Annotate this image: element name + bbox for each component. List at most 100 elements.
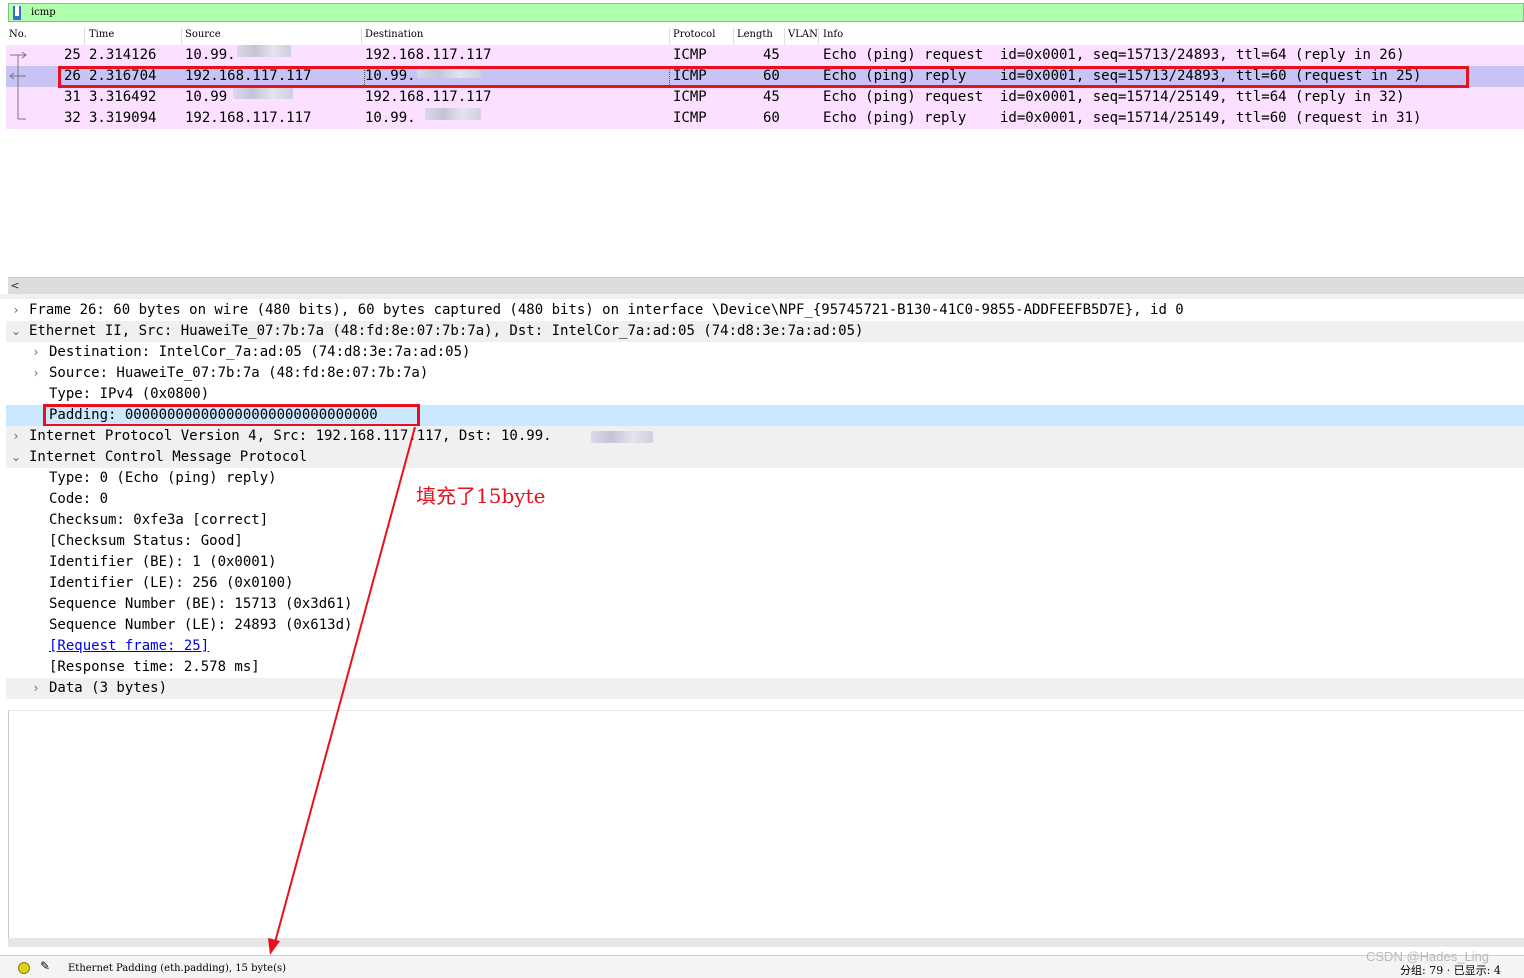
highlight-box-padding [43, 404, 420, 427]
packet-length: 45 [763, 89, 780, 105]
column-header-destination[interactable]: Destination [365, 29, 423, 40]
conversation-end-icon [17, 108, 26, 120]
column-header-protocol[interactable]: Protocol [673, 29, 715, 40]
pane-splitter[interactable] [0, 294, 1524, 299]
expert-info-led-icon[interactable] [18, 962, 30, 974]
detail-eth-type[interactable]: Type: IPv4 (0x0800) [6, 384, 1524, 405]
detail-eth-source-text: Source: HuaweiTe_07:7b:7a (48:fd:8e:07:7… [49, 365, 429, 381]
detail-ip-text: Internet Protocol Version 4, Src: 192.16… [29, 428, 552, 444]
detail-icmp-checksum[interactable]: Checksum: 0xfe3a [correct] [6, 510, 1524, 531]
display-filter-bar[interactable]: icmp [8, 3, 1524, 22]
packet-list-scrollbar[interactable]: < [8, 277, 1524, 294]
detail-frame[interactable]: › Frame 26: 60 bytes on wire (480 bits),… [6, 300, 1524, 321]
expand-arrow-icon[interactable]: › [29, 342, 43, 363]
detail-icmp-seq-be-text: Sequence Number (BE): 15713 (0x3d61) [49, 596, 353, 612]
detail-icmp-id-be[interactable]: Identifier (BE): 1 (0x0001) [6, 552, 1524, 573]
expand-arrow-icon[interactable]: › [29, 678, 43, 699]
highlight-box-selected-packet [58, 66, 1469, 88]
detail-icmp-id-le[interactable]: Identifier (LE): 256 (0x0100) [6, 573, 1524, 594]
packet-source: 10.99 [185, 89, 228, 105]
detail-icmp-checksum-status[interactable]: [Checksum Status: Good] [6, 531, 1524, 552]
detail-frame-text: Frame 26: 60 bytes on wire (480 bits), 6… [29, 302, 1184, 318]
detail-eth-destination[interactable]: › Destination: IntelCor_7a:ad:05 (74:d8:… [6, 342, 1524, 363]
packet-length: 60 [763, 110, 780, 126]
watermark-text: CSDN @Hades_Ling [1366, 949, 1490, 964]
column-header-info[interactable]: Info [823, 29, 843, 40]
packet-protocol: ICMP [673, 110, 707, 126]
detail-icmp-seq-le-text: Sequence Number (LE): 24893 (0x613d) [49, 617, 353, 633]
packet-row[interactable]: 31 3.316492 10.99 192.168.117.117 ICMP 4… [6, 87, 1524, 108]
packet-no: 32 [64, 110, 81, 126]
packet-info: Echo (ping) reply id=0x0001, seq=15714/2… [823, 110, 1422, 126]
detail-icmp-checksum-status-text: [Checksum Status: Good] [49, 533, 243, 549]
packet-destination: 192.168.117.117 [365, 47, 492, 63]
column-header-length[interactable]: Length [737, 29, 773, 40]
packet-destination: 192.168.117.117 [365, 89, 492, 105]
packet-no: 25 [64, 47, 81, 63]
packet-bytes-pane[interactable] [8, 710, 1524, 939]
capture-comment-edit-icon[interactable]: ✎ [40, 959, 54, 973]
detail-icmp-request-frame[interactable]: [Request frame: 25] [6, 636, 1524, 657]
status-field-info: Ethernet Padding (eth.padding), 15 byte(… [68, 963, 287, 974]
reply-arrow-icon [9, 66, 26, 87]
status-packet-counts: 分组: 79 · 已显示: 4 [1400, 964, 1501, 977]
conversation-line-icon [17, 87, 19, 108]
detail-icmp-type-text: Type: 0 (Echo (ping) reply) [49, 470, 277, 486]
redacted-address [237, 45, 291, 57]
packet-protocol: ICMP [673, 89, 707, 105]
detail-data-text: Data (3 bytes) [49, 680, 168, 696]
detail-data[interactable]: › Data (3 bytes) [6, 678, 1524, 699]
packet-source: 10.99. [185, 47, 236, 63]
column-header-source[interactable]: Source [185, 29, 221, 40]
packet-row[interactable]: 25 2.314126 10.99. 192.168.117.117 ICMP … [6, 45, 1524, 66]
expand-arrow-icon[interactable]: › [29, 363, 43, 384]
packet-destination: 10.99. [365, 110, 416, 126]
collapse-arrow-icon[interactable]: ⌄ [9, 447, 23, 468]
detail-icmp-code[interactable]: Code: 0 [6, 489, 1524, 510]
expand-arrow-icon[interactable]: › [9, 426, 23, 447]
expand-arrow-icon[interactable]: › [9, 300, 23, 321]
redacted-address [233, 87, 293, 99]
request-frame-link[interactable]: [Request frame: 25] [49, 636, 209, 657]
bytes-pane-scrollbar[interactable] [8, 938, 1524, 947]
packet-time: 2.314126 [89, 47, 157, 63]
scroll-left-button[interactable]: < [8, 279, 22, 293]
detail-icmp-seq-be[interactable]: Sequence Number (BE): 15713 (0x3d61) [6, 594, 1524, 615]
detail-icmp-type[interactable]: Type: 0 (Echo (ping) reply) [6, 468, 1524, 489]
column-header-vlan[interactable]: VLAN [788, 29, 818, 40]
packet-length: 45 [763, 47, 780, 63]
column-header-time[interactable]: Time [89, 29, 114, 40]
detail-eth-source[interactable]: › Source: HuaweiTe_07:7b:7a (48:fd:8e:07… [6, 363, 1524, 384]
detail-eth-destination-text: Destination: IntelCor_7a:ad:05 (74:d8:3e… [49, 344, 471, 360]
display-filter-input[interactable]: icmp [31, 7, 56, 18]
packet-source: 192.168.117.117 [185, 110, 312, 126]
detail-icmp-response-time[interactable]: [Response time: 2.578 ms] [6, 657, 1524, 678]
detail-icmp-id-le-text: Identifier (LE): 256 (0x0100) [49, 575, 294, 591]
detail-icmp-response-time-text: [Response time: 2.578 ms] [49, 659, 260, 675]
status-bar: ✎ Ethernet Padding (eth.padding), 15 byt… [0, 955, 1524, 978]
detail-icmp[interactable]: ⌄ Internet Control Message Protocol [6, 447, 1524, 468]
detail-icmp-id-be-text: Identifier (BE): 1 (0x0001) [49, 554, 277, 570]
packet-no: 31 [64, 89, 81, 105]
packet-protocol: ICMP [673, 47, 707, 63]
detail-icmp-seq-le[interactable]: Sequence Number (LE): 24893 (0x613d) [6, 615, 1524, 636]
bookmark-icon[interactable] [12, 6, 22, 20]
packet-time: 3.319094 [89, 110, 157, 126]
collapse-arrow-icon[interactable]: ⌄ [9, 321, 23, 342]
detail-icmp-checksum-text: Checksum: 0xfe3a [correct] [49, 512, 269, 528]
detail-eth-type-text: Type: IPv4 (0x0800) [49, 386, 210, 402]
redacted-address [425, 108, 481, 120]
column-header-no[interactable]: No. [9, 29, 27, 40]
detail-icmp-code-text: Code: 0 [49, 491, 109, 507]
annotation-padding-note: 填充了15byte [416, 484, 546, 508]
detail-icmp-text: Internet Control Message Protocol [29, 449, 308, 465]
detail-ip[interactable]: › Internet Protocol Version 4, Src: 192.… [6, 426, 1524, 447]
packet-list-header: No. Time Source Destination Protocol Len… [6, 27, 1524, 46]
request-arrow-icon [10, 51, 27, 66]
detail-ethernet[interactable]: ⌄ Ethernet II, Src: HuaweiTe_07:7b:7a (4… [6, 321, 1524, 342]
packet-row[interactable]: 32 3.319094 192.168.117.117 10.99. ICMP … [6, 108, 1524, 129]
packet-info: Echo (ping) request id=0x0001, seq=15714… [823, 89, 1405, 105]
detail-ethernet-text: Ethernet II, Src: HuaweiTe_07:7b:7a (48:… [29, 323, 864, 339]
packet-time: 3.316492 [89, 89, 157, 105]
redacted-address [591, 431, 653, 443]
